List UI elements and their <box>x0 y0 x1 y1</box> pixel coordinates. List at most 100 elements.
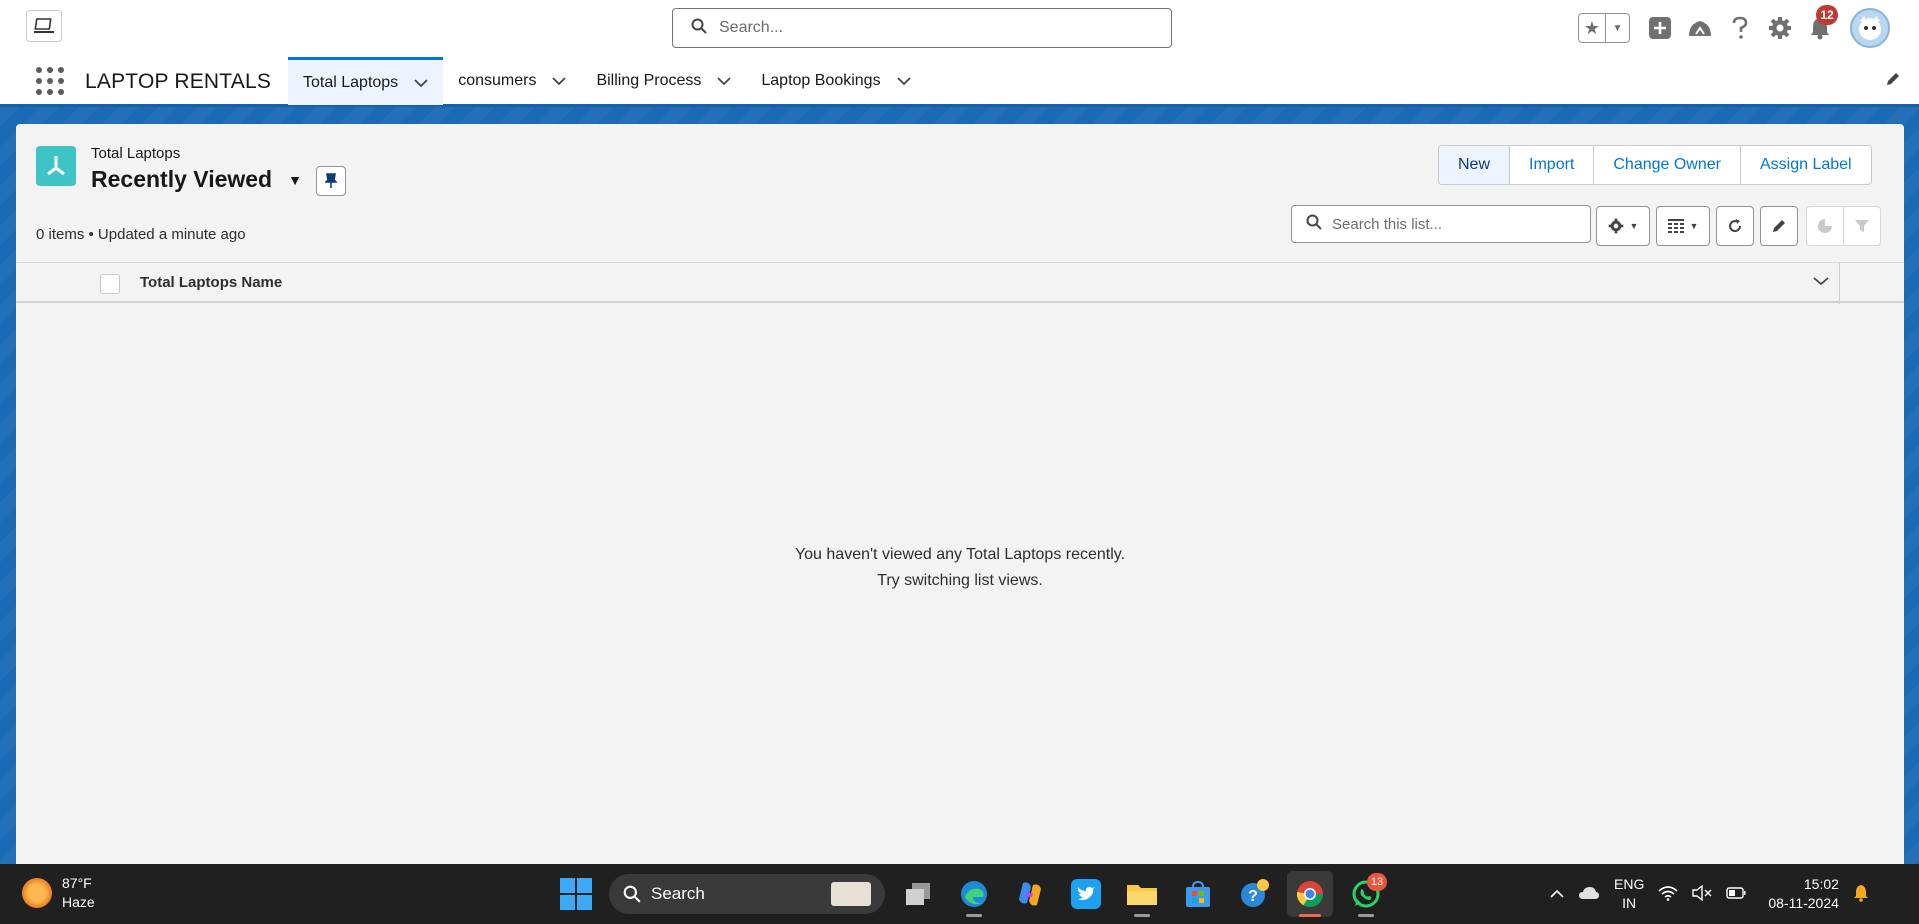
tab-total-laptops[interactable]: Total Laptops <box>288 57 444 105</box>
list-search-box[interactable] <box>1291 205 1591 243</box>
app-launcher-icon[interactable] <box>36 67 64 95</box>
caret-down-icon[interactable]: ▼ <box>288 172 302 188</box>
system-clock[interactable]: 15:02 08-11-2024 <box>1768 875 1839 913</box>
tab-laptop-bookings[interactable]: Laptop Bookings <box>746 57 925 105</box>
pin-list-view-button[interactable] <box>316 166 346 196</box>
chevron-down-icon[interactable] <box>717 73 732 89</box>
task-view-app[interactable] <box>895 871 941 917</box>
clock-date: 08-11-2024 <box>1768 895 1839 911</box>
edit-nav-pencil-icon[interactable] <box>1885 71 1901 92</box>
onedrive-cloud-icon[interactable] <box>1578 886 1600 903</box>
wifi-icon[interactable] <box>1658 885 1678 904</box>
weather-temperature: 87°F <box>62 875 92 891</box>
laptop-logo-icon[interactable] <box>26 10 62 42</box>
tab-label: Billing Process <box>596 72 702 89</box>
windows-logo-icon <box>560 878 592 910</box>
notifications-bell-icon[interactable]: 12 <box>1800 5 1840 46</box>
app-name: LAPTOP RENTALS <box>85 70 272 93</box>
tab-label: Total Laptops <box>303 73 399 91</box>
column-header-name[interactable]: Total Laptops Name <box>140 274 282 291</box>
star-icon[interactable]: ★ <box>1579 14 1606 42</box>
chevron-down-icon[interactable]: ▼ <box>1606 14 1629 42</box>
microsoft-store-app[interactable] <box>1175 871 1221 917</box>
list-view-card: Total Laptops Recently Viewed ▼ 0 items … <box>16 124 1904 864</box>
chrome-icon <box>1296 881 1324 908</box>
taskbar-search-label: Search <box>651 884 705 903</box>
new-button[interactable]: New <box>1439 146 1511 184</box>
filters-button[interactable] <box>1843 206 1881 246</box>
weather-description: Haze <box>62 894 95 910</box>
battery-icon[interactable] <box>1726 886 1746 902</box>
help-icon[interactable] <box>1720 10 1760 46</box>
list-view-selector[interactable]: Recently Viewed ▼ <box>91 166 302 193</box>
global-search-input[interactable] <box>719 19 1139 37</box>
tab-billing-process[interactable]: Billing Process <box>581 57 746 105</box>
chrome-app[interactable] <box>1287 871 1333 917</box>
whatsapp-unread-badge: 13 <box>1367 873 1387 891</box>
file-explorer-app[interactable] <box>1119 871 1165 917</box>
column-actions-chevron-icon[interactable] <box>1813 273 1829 291</box>
chevron-down-icon[interactable] <box>896 73 911 89</box>
language-code: ENG <box>1614 876 1645 892</box>
object-label: Total Laptops <box>91 145 181 162</box>
show-hidden-icons-chevron-icon[interactable] <box>1550 886 1564 902</box>
pencil-icon <box>1773 220 1785 232</box>
object-icon <box>36 146 76 186</box>
trailhead-icon[interactable] <box>1680 10 1720 46</box>
global-header: ★ ▼ 12 <box>0 0 1919 55</box>
display-as-table-button[interactable]: ▼ <box>1656 206 1710 246</box>
import-button[interactable]: Import <box>1510 146 1595 184</box>
assign-label-button[interactable]: Assign Label <box>1740 146 1871 184</box>
volume-muted-icon[interactable] <box>1692 884 1712 904</box>
list-actions-group: New Import Change Owner Assign Label <box>1438 145 1872 185</box>
chevron-down-icon[interactable] <box>414 75 428 91</box>
inline-edit-button[interactable] <box>1760 206 1798 246</box>
favorites-button[interactable]: ★ ▼ <box>1578 13 1630 43</box>
empty-state-line-1: You haven't viewed any Total Laptops rec… <box>794 546 1126 563</box>
taskbar-apps: Search ? 13 <box>553 870 1389 918</box>
input-language-indicator[interactable]: ENG IN <box>1614 875 1644 913</box>
app-root: ★ ▼ 12 <box>0 0 1919 924</box>
store-icon <box>1186 880 1210 907</box>
copilot-icon <box>1019 882 1041 906</box>
list-view-controls-button[interactable]: ▼ <box>1596 206 1650 246</box>
user-avatar[interactable] <box>1850 8 1890 48</box>
global-actions-icon[interactable] <box>1640 10 1680 46</box>
task-view-icon <box>906 883 930 905</box>
setup-gear-icon[interactable] <box>1760 10 1800 46</box>
global-search-box[interactable] <box>672 8 1172 48</box>
refresh-button[interactable] <box>1716 206 1754 246</box>
start-button[interactable] <box>553 871 599 917</box>
select-all-checkbox[interactable] <box>100 274 120 294</box>
app-navigation-bar: LAPTOP RENTALS Total Laptops consumers B… <box>0 55 1919 107</box>
gear-icon <box>1608 218 1623 234</box>
copilot-app[interactable] <box>1007 871 1053 917</box>
help-question-icon: ? <box>1241 879 1269 907</box>
caret-down-icon: ▼ <box>1689 221 1699 231</box>
list-view-name: Recently Viewed <box>91 166 273 192</box>
whatsapp-app[interactable]: 13 <box>1343 871 1389 917</box>
language-region: IN <box>1622 895 1637 911</box>
notification-bell-icon[interactable] <box>1853 884 1869 905</box>
system-tray: ENG IN 15:02 08-11-2024 <box>1550 872 1869 916</box>
weather-haze-icon <box>22 878 52 908</box>
weather-widget[interactable]: 87°F Haze <box>22 874 95 912</box>
edge-icon <box>961 881 987 907</box>
chevron-down-icon[interactable] <box>552 73 567 89</box>
tab-label: consumers <box>458 72 537 89</box>
folder-icon <box>1127 885 1157 905</box>
list-search-input[interactable] <box>1332 215 1582 233</box>
search-highlight-icon <box>831 882 871 906</box>
change-owner-button[interactable]: Change Owner <box>1594 146 1741 184</box>
pie-chart-icon <box>1818 219 1832 233</box>
search-icon <box>623 885 641 903</box>
edge-browser-app[interactable] <box>951 871 997 917</box>
charts-button[interactable] <box>1806 206 1844 246</box>
tab-label: Laptop Bookings <box>761 72 881 89</box>
twitter-app[interactable] <box>1063 871 1109 917</box>
notification-count-badge: 12 <box>1816 5 1838 25</box>
get-help-app[interactable]: ? <box>1231 871 1277 917</box>
taskbar-search[interactable]: Search <box>609 874 885 914</box>
header-utility-icons: ★ ▼ 12 <box>1578 5 1890 48</box>
tab-consumers[interactable]: consumers <box>443 57 581 105</box>
